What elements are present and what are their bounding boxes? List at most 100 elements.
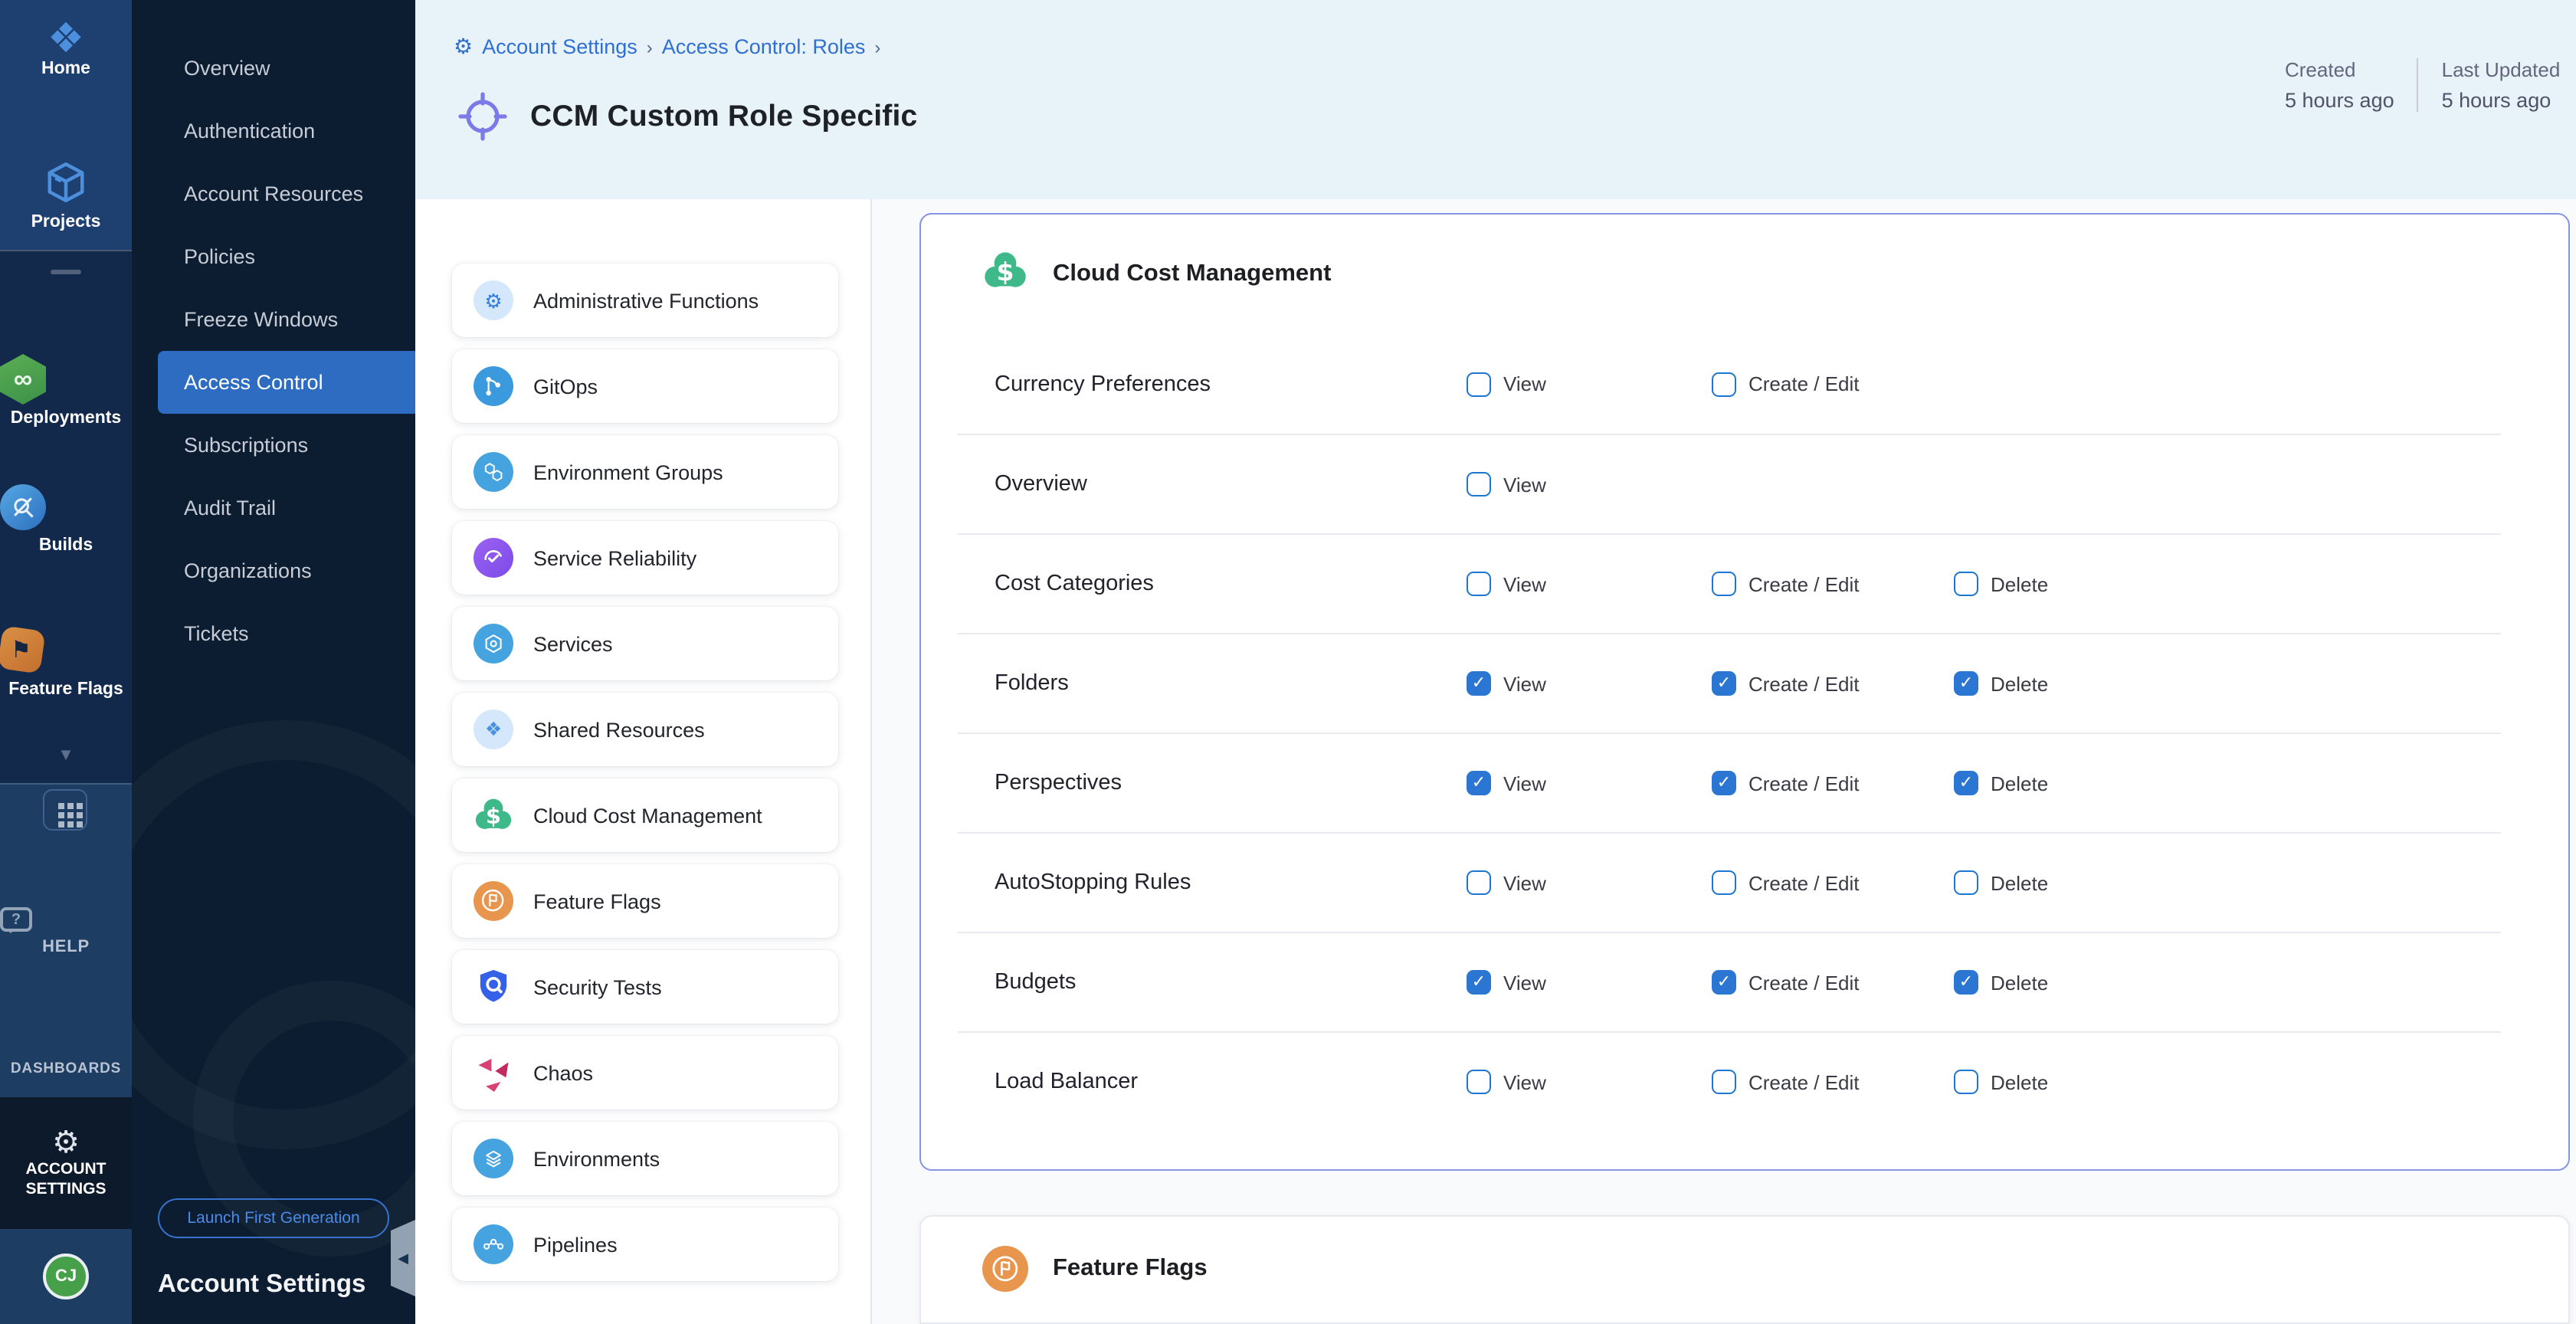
checkbox-perspectives-delete[interactable] xyxy=(1954,771,1978,795)
security-tests-icon xyxy=(474,967,513,1007)
checkbox-label: Create / Edit xyxy=(1748,672,1860,695)
resource-label: Environment Groups xyxy=(533,460,723,483)
checkbox-perspectives-view[interactable] xyxy=(1467,771,1491,795)
permission-cell: Create / Edit xyxy=(1712,372,1954,396)
sidebar-item-access-control[interactable]: Access Control xyxy=(158,351,415,414)
permission-row-cost-categories: Cost CategoriesViewCreate / EditDelete xyxy=(958,533,2501,633)
sidebar-item-policies[interactable]: Policies xyxy=(132,225,415,288)
resource-card-security-tests[interactable]: Security Tests xyxy=(452,950,838,1024)
checkbox-label: Delete xyxy=(1991,572,2048,595)
nav-projects-label: Projects xyxy=(0,213,132,231)
last-updated-label: Last Updated xyxy=(2442,58,2561,81)
permission-row-label: Perspectives xyxy=(958,771,1467,795)
breadcrumb: ⚙ Account Settings › Access Control: Rol… xyxy=(454,34,880,60)
resource-card-feature-flags[interactable]: Feature Flags xyxy=(452,864,838,938)
permission-cell: Create / Edit xyxy=(1712,671,1954,696)
resource-card-service-reliability[interactable]: Service Reliability xyxy=(452,521,838,595)
checkbox-autostopping-rules-create-edit[interactable] xyxy=(1712,870,1736,895)
checkbox-label: Delete xyxy=(1991,971,2048,994)
permission-rows: Currency PreferencesViewCreate / EditOve… xyxy=(921,334,2568,1131)
permission-cell: Delete xyxy=(1954,671,2199,696)
checkbox-label: View xyxy=(1503,971,1546,994)
checkbox-label: Create / Edit xyxy=(1748,871,1860,894)
checkbox-folders-delete[interactable] xyxy=(1954,671,1978,696)
checkbox-label: Create / Edit xyxy=(1748,772,1860,795)
permission-cell: View xyxy=(1467,970,1712,995)
nav-builds[interactable]: Builds xyxy=(0,484,132,555)
checkbox-load-balancer-create-edit[interactable] xyxy=(1712,1070,1736,1094)
permission-row-label: Folders xyxy=(958,671,1467,696)
resource-card-shared-resources[interactable]: ❖Shared Resources xyxy=(452,693,838,766)
sidebar-collapse-tab[interactable]: ◀ xyxy=(391,1220,415,1296)
resource-card-services[interactable]: Services xyxy=(452,607,838,680)
checkbox-currency-preferences-view[interactable] xyxy=(1467,372,1491,396)
checkbox-label: View xyxy=(1503,672,1546,695)
nav-projects[interactable]: Projects xyxy=(0,159,132,231)
resource-card-pipelines[interactable]: Pipelines xyxy=(452,1208,838,1281)
breadcrumb-account-settings[interactable]: Account Settings xyxy=(482,35,637,58)
nav-help[interactable]: ? HELP xyxy=(0,907,132,956)
permission-cell: Create / Edit xyxy=(1712,771,1954,795)
permission-row-currency-preferences: Currency PreferencesViewCreate / Edit xyxy=(958,334,2501,434)
checkbox-cost-categories-create-edit[interactable] xyxy=(1712,572,1736,596)
resource-card-environments[interactable]: Environments xyxy=(452,1122,838,1195)
settings-sidebar: OverviewAuthenticationAccount ResourcesP… xyxy=(132,0,415,1324)
checkbox-currency-preferences-create-edit[interactable] xyxy=(1712,372,1736,396)
feature-flags-icon: ⚑ xyxy=(0,625,46,673)
checkbox-cost-categories-delete[interactable] xyxy=(1954,572,1978,596)
checkbox-folders-create-edit[interactable] xyxy=(1712,671,1736,696)
checkbox-folders-view[interactable] xyxy=(1467,671,1491,696)
nav-feature-flags[interactable]: ⚑ Feature Flags xyxy=(0,628,132,699)
sidebar-item-tickets[interactable]: Tickets xyxy=(132,602,415,665)
app-root: ❖ Home Projects ∞ Deployments Builds xyxy=(0,0,2576,1324)
checkbox-budgets-delete[interactable] xyxy=(1954,970,1978,995)
resource-card-chaos[interactable]: Chaos xyxy=(452,1036,838,1109)
breadcrumb-access-control-roles[interactable]: Access Control: Roles xyxy=(662,35,866,58)
launch-first-generation-button[interactable]: Launch First Generation xyxy=(158,1198,389,1238)
checkbox-label: View xyxy=(1503,871,1546,894)
resource-card-administrative-functions[interactable]: ⚙Administrative Functions xyxy=(452,264,838,337)
checkbox-load-balancer-delete[interactable] xyxy=(1954,1070,1978,1094)
nav-home[interactable]: ❖ Home xyxy=(0,18,132,78)
checkbox-label: View xyxy=(1503,1070,1546,1093)
permission-cell: Delete xyxy=(1954,572,2199,596)
checkbox-perspectives-create-edit[interactable] xyxy=(1712,771,1736,795)
gitops-icon xyxy=(474,366,513,406)
checkbox-overview-view[interactable] xyxy=(1467,472,1491,496)
help-icon: ? xyxy=(0,907,32,932)
panel-header: $ Cloud Cost Management xyxy=(921,215,2568,334)
module-picker-button[interactable] xyxy=(43,789,87,831)
resource-card-gitops[interactable]: GitOps xyxy=(452,349,838,423)
nav-account-settings[interactable]: ⚙ ACCOUNT SETTINGS xyxy=(0,1126,132,1200)
checkbox-budgets-view[interactable] xyxy=(1467,970,1491,995)
permission-cell: Create / Edit xyxy=(1712,970,1954,995)
sidebar-item-organizations[interactable]: Organizations xyxy=(132,539,415,602)
sidebar-item-overview[interactable]: Overview xyxy=(132,37,415,100)
sidebar-item-audit-trail[interactable]: Audit Trail xyxy=(132,477,415,539)
permission-cell: View xyxy=(1467,372,1712,396)
user-menu[interactable]: CJ xyxy=(0,1254,132,1299)
permission-cell: Delete xyxy=(1954,1070,2199,1094)
checkbox-budgets-create-edit[interactable] xyxy=(1712,970,1736,995)
rail-more-chevron-icon[interactable]: ▼ xyxy=(0,746,132,765)
settings-menu: OverviewAuthenticationAccount ResourcesP… xyxy=(132,37,415,665)
services-icon xyxy=(474,624,513,664)
checkbox-load-balancer-view[interactable] xyxy=(1467,1070,1491,1094)
checkbox-autostopping-rules-delete[interactable] xyxy=(1954,870,1978,895)
sidebar-item-account-resources[interactable]: Account Resources xyxy=(132,162,415,225)
checkbox-cost-categories-view[interactable] xyxy=(1467,572,1491,596)
last-updated-value: 5 hours ago xyxy=(2442,89,2561,112)
sidebar-item-authentication[interactable]: Authentication xyxy=(132,100,415,162)
checkbox-label: Create / Edit xyxy=(1748,572,1860,595)
nav-dashboards[interactable]: DASHBOARDS xyxy=(0,1024,132,1077)
resource-label: Cloud Cost Management xyxy=(533,804,762,827)
environment-groups-icon xyxy=(474,452,513,492)
nav-deployments[interactable]: ∞ Deployments xyxy=(0,354,132,428)
resource-card-environment-groups[interactable]: Environment Groups xyxy=(452,435,838,509)
sidebar-item-freeze-windows[interactable]: Freeze Windows xyxy=(132,288,415,351)
sidebar-item-subscriptions[interactable]: Subscriptions xyxy=(132,414,415,477)
resource-card-cloud-cost-management[interactable]: $Cloud Cost Management xyxy=(452,778,838,852)
svg-text:$: $ xyxy=(997,256,1014,286)
permission-row-label: Load Balancer xyxy=(958,1070,1467,1094)
checkbox-autostopping-rules-view[interactable] xyxy=(1467,870,1491,895)
